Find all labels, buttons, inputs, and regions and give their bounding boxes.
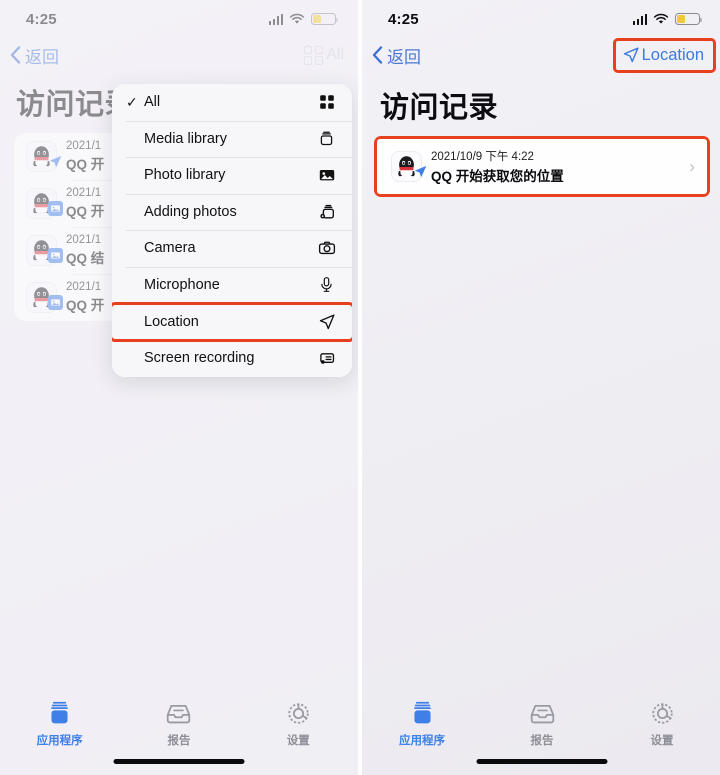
tab-settings[interactable]: 设置 [239, 699, 358, 748]
status-clock: 4:25 [388, 10, 419, 28]
tab-reports-label: 报告 [530, 735, 554, 747]
tab-reports-label: 报告 [167, 735, 191, 747]
dropdown-item-label: Location [144, 313, 199, 330]
back-button-right[interactable]: 返回 [372, 43, 421, 68]
location-arrow-icon [316, 311, 337, 332]
filter-location-button[interactable]: Location [622, 46, 704, 65]
dropdown-item-screen-recording[interactable]: Screen recording [112, 340, 352, 377]
adding-photos-icon [316, 201, 337, 222]
dropdown-item-label: Adding photos [144, 203, 237, 220]
location-arrow-badge [413, 164, 428, 179]
dropdown-item-label: Camera [144, 240, 196, 257]
left-phone-screen: 4:25 返回 All 访问 [0, 0, 358, 775]
chevron-right-icon: › [689, 156, 695, 176]
dropdown-item-photo-library[interactable]: Photo library [112, 157, 352, 194]
media-library-icon [316, 128, 337, 149]
filter-location-label: Location [641, 45, 704, 64]
record-date: 2021/10/9 下午 4:22 [431, 151, 534, 163]
settings-gear-icon [650, 699, 675, 728]
right-phone-screen: 4:25 返回 Location 访问记录 2021/10/9 下午 4:22 … [362, 0, 720, 775]
wifi-icon [653, 13, 669, 24]
dropdown-item-media-library[interactable]: Media library [112, 120, 352, 157]
dropdown-item-microphone[interactable]: Microphone [112, 266, 352, 303]
tab-settings-label: 设置 [650, 735, 674, 747]
tab-settings[interactable]: 设置 [602, 699, 720, 748]
apps-jar-icon [410, 699, 435, 728]
tab-reports[interactable]: 报告 [482, 699, 602, 748]
home-indicator [113, 758, 245, 764]
tab-bar-right: 应用程序 报告 设置 [362, 690, 720, 775]
dropdown-item-label: Screen recording [144, 350, 255, 367]
filter-dropdown-menu: ✓ All Media library Photo library Adding… [112, 84, 352, 377]
tab-apps-label: 应用程序 [36, 735, 83, 747]
status-bar-right: 4:25 [362, 0, 720, 34]
dropdown-item-camera[interactable]: Camera [112, 230, 352, 267]
dropdown-item-label: Photo library [144, 167, 226, 184]
camera-icon [316, 238, 337, 259]
location-filter-highlight: Location [612, 37, 716, 73]
check-icon: ✓ [126, 93, 138, 110]
record-text: 2021/10/9 下午 4:22 QQ 开始获取您的位置 [431, 148, 564, 185]
dropdown-item-location[interactable]: Location [112, 301, 352, 342]
settings-gear-icon [286, 699, 311, 728]
page-title-right: 访问记录 [380, 92, 499, 124]
nav-bar-right: 返回 Location [362, 34, 720, 76]
cellular-signal-icon [632, 13, 647, 25]
apps-jar-icon [47, 699, 72, 728]
location-arrow-icon [623, 47, 639, 63]
tab-settings-label: 设置 [286, 735, 310, 747]
dropdown-item-label: Microphone [144, 276, 220, 293]
back-button-label: 返回 [387, 47, 421, 67]
screen-recording-icon [316, 348, 337, 369]
home-indicator [476, 758, 608, 764]
tab-bar-left: 应用程序 报告 设置 [0, 690, 358, 775]
status-indicators [632, 13, 703, 25]
dropdown-item-label: Media library [144, 130, 227, 147]
tab-reports[interactable]: 报告 [119, 699, 238, 748]
dropdown-inner: ✓ All Media library Photo library Adding… [112, 84, 352, 377]
records-list-right: 2021/10/9 下午 4:22 QQ 开始获取您的位置 › [377, 139, 707, 194]
reports-tray-icon [165, 699, 192, 728]
grid-icon [316, 92, 337, 113]
tab-apps-label: 应用程序 [399, 735, 445, 747]
record-desc: QQ 开始获取您的位置 [431, 169, 564, 184]
tab-apps[interactable]: 应用程序 [0, 699, 119, 748]
reports-tray-icon [529, 699, 556, 728]
battery-low-power-icon [675, 13, 703, 25]
microphone-icon [316, 274, 337, 295]
list-item[interactable]: 2021/10/9 下午 4:22 QQ 开始获取您的位置 › [377, 139, 707, 194]
dropdown-item-adding-photos[interactable]: Adding photos [112, 193, 352, 230]
panel-divider [358, 0, 360, 775]
dropdown-item-all[interactable]: ✓ All [112, 84, 352, 121]
record-row-highlight: 2021/10/9 下午 4:22 QQ 开始获取您的位置 › [374, 136, 710, 197]
screenshot-stage: 4:25 返回 All 访问 [0, 0, 720, 775]
dropdown-item-label: All [144, 94, 161, 111]
tab-apps[interactable]: 应用程序 [362, 699, 482, 748]
photo-library-icon [316, 165, 337, 186]
chevron-left-icon [372, 46, 383, 64]
avatar [391, 151, 427, 182]
